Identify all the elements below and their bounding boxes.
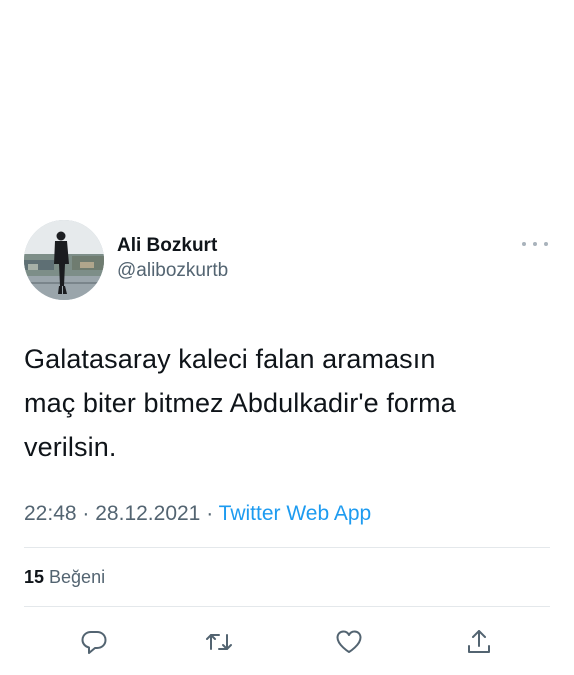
- page: Ali Bozkurt @alibozkurtb Galatasaray kal…: [0, 0, 574, 675]
- share-icon[interactable]: [464, 627, 494, 657]
- likes-label: Beğeni: [49, 566, 106, 587]
- more-dot: [533, 242, 537, 246]
- tweet-stats[interactable]: 15 Beğeni: [24, 548, 550, 606]
- tweet-text-line: Galatasaray kaleci falan aramasın: [24, 344, 436, 374]
- tweet-text: Galatasaray kaleci falan aramasın maç bi…: [24, 337, 550, 469]
- author-handle[interactable]: @alibozkurtb: [117, 258, 228, 284]
- tweet-text-line: maç biter bitmez Abdulkadir'e forma: [24, 388, 456, 418]
- likes-count: 15: [24, 566, 45, 587]
- tweet-time[interactable]: 22:48: [24, 502, 77, 525]
- meta-separator: ·: [82, 502, 90, 525]
- tweet-date[interactable]: 28.12.2021: [95, 502, 200, 525]
- author-info: Ali Bozkurt @alibozkurtb: [117, 234, 228, 284]
- tweet-actions: [24, 607, 550, 675]
- tweet-meta: 22:48 · 28.12.2021 · Twitter Web App: [24, 501, 550, 527]
- more-dot: [544, 242, 548, 246]
- like-icon[interactable]: [334, 627, 364, 657]
- tweet-source-link[interactable]: Twitter Web App: [219, 502, 372, 525]
- tweet-text-line: verilsin.: [24, 432, 117, 462]
- more-dot: [522, 242, 526, 246]
- meta-separator: ·: [206, 502, 214, 525]
- more-options-icon[interactable]: [522, 236, 548, 252]
- tweet-card: Ali Bozkurt @alibozkurtb Galatasaray kal…: [24, 220, 550, 675]
- tweet-header: Ali Bozkurt @alibozkurtb: [24, 220, 550, 300]
- avatar-photo: [24, 220, 104, 300]
- author-display-name[interactable]: Ali Bozkurt: [117, 234, 228, 258]
- avatar[interactable]: [24, 220, 104, 300]
- retweet-icon[interactable]: [204, 627, 234, 657]
- reply-icon[interactable]: [79, 627, 109, 657]
